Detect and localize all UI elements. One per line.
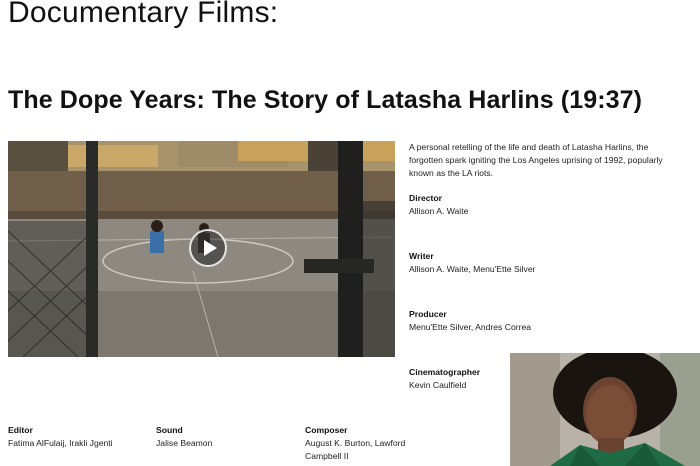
credit-label: Sound <box>156 425 183 435</box>
page: Documentary Films: The Dope Years: The S… <box>0 0 700 466</box>
credit-editor: Editor Fatima AlFulaij, Irakli Jgenti <box>8 424 113 450</box>
credit-producer: Producer Menu'Ette Silver, Andres Correa <box>409 308 531 334</box>
credit-value: August K. Burton, Lawford Campbell II <box>305 438 406 461</box>
credit-value: Jalise Beamon <box>156 438 213 448</box>
credit-label: Director <box>409 193 442 203</box>
credit-label: Editor <box>8 425 33 435</box>
credit-writer: Writer Allison A. Waite, Menu'Ette Silve… <box>409 250 535 276</box>
section-title: Documentary Films: <box>8 0 279 29</box>
film-title: The Dope Years: The Story of Latasha Har… <box>8 86 643 114</box>
play-icon <box>204 240 217 256</box>
play-button[interactable] <box>189 229 227 267</box>
portrait-photo <box>510 353 700 466</box>
video-player[interactable] <box>8 141 395 357</box>
credit-value: Menu'Ette Silver, Andres Correa <box>409 322 532 332</box>
credit-value: Fatima AlFulaij, Irakli Jgenti <box>8 438 113 448</box>
credit-label: Producer <box>409 309 447 319</box>
credit-value: Allison A. Waite, Menu'Ette Silver <box>409 264 536 274</box>
credit-cinematographer: Cinematographer Kevin Caulfield <box>409 366 480 392</box>
credit-composer: Composer August K. Burton, Lawford Campb… <box>305 424 430 463</box>
credit-sound: Sound Jalise Beamon <box>156 424 212 450</box>
credit-label: Cinematographer <box>409 367 481 377</box>
credit-label: Composer <box>305 425 348 435</box>
credit-value: Allison A. Waite <box>409 206 469 216</box>
credit-director: Director Allison A. Waite <box>409 192 468 218</box>
credit-label: Writer <box>409 251 434 261</box>
credit-value: Kevin Caulfield <box>409 380 467 390</box>
film-description: A personal retelling of the life and dea… <box>409 142 663 178</box>
